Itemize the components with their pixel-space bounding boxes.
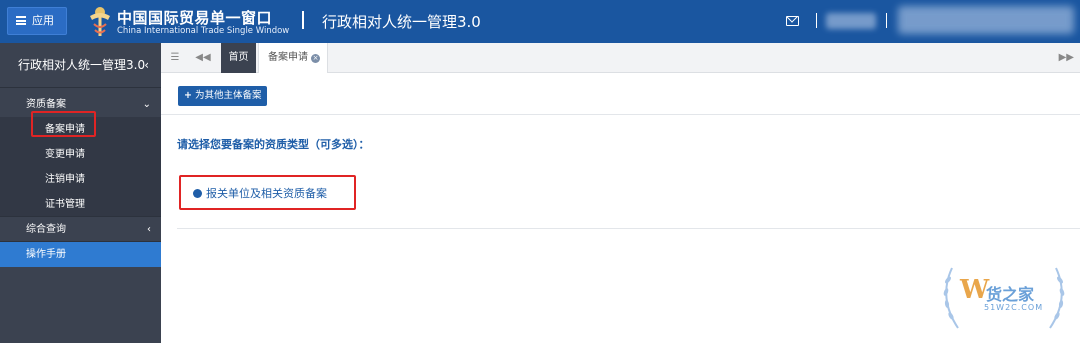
sidebar-item-certificate-management[interactable]: 证书管理: [0, 192, 161, 217]
highlight-box: [31, 111, 96, 137]
top-divider: [886, 13, 887, 28]
sidebar-group-query[interactable]: 综合查询 ‹: [0, 217, 161, 242]
sidebar-group-label: 操作手册: [26, 249, 66, 260]
plus-icon: +: [184, 90, 192, 101]
brand-title: 中国国际贸易单一窗口: [117, 9, 273, 27]
customs-logo-icon: [90, 7, 110, 36]
sidebar-header[interactable]: 行政相对人统一管理3.0 ‹: [0, 43, 161, 88]
sidebar-item-manual[interactable]: 操作手册: [0, 242, 161, 267]
list-icon[interactable]: ☰: [167, 43, 183, 73]
scroll-right-icon[interactable]: ▶▶: [1059, 43, 1074, 73]
tab-filing-application[interactable]: 备案申请 ×: [258, 43, 328, 73]
add-button-label: 为其他主体备案: [194, 90, 262, 101]
top-divider: [816, 13, 817, 28]
close-icon[interactable]: ×: [311, 54, 320, 63]
qualification-prompt: 请选择您要备案的资质类型（可多选）：: [177, 138, 370, 151]
divider: [177, 228, 1080, 229]
brand-subtitle: China International Trade Single Window: [117, 26, 290, 36]
watermark-text: 货之家: [986, 285, 1035, 304]
tab-bar: ☰ ◀◀ 首页 备案申请 × ▶▶: [161, 43, 1080, 73]
sidebar-group-label: 综合查询: [26, 224, 66, 235]
sidebar-item-change-application[interactable]: 变更申请: [0, 142, 161, 167]
top-bar: 应用 中国国际贸易单一窗口 China International Trade …: [0, 0, 1080, 43]
app-menu-button[interactable]: 应用: [7, 7, 67, 35]
app-menu-label: 应用: [32, 14, 54, 27]
user-info-redacted[interactable]: [826, 13, 876, 29]
sidebar: 行政相对人统一管理3.0 ‹ 资质备案 ⌄ 备案申请 变更申请 注销申请 证书管…: [0, 43, 161, 343]
tab-home[interactable]: 首页: [221, 43, 256, 73]
sidebar-item-cancel-application[interactable]: 注销申请: [0, 167, 161, 192]
add-other-entity-button[interactable]: + 为其他主体备案: [178, 86, 268, 106]
title-divider: [302, 11, 304, 29]
account-info-redacted[interactable]: [898, 6, 1074, 34]
sidebar-header-label: 行政相对人统一管理3.0: [18, 58, 146, 72]
highlight-box: [179, 175, 356, 210]
scroll-left-icon[interactable]: ◀◀: [195, 43, 211, 73]
tab-label: 备案申请: [268, 52, 308, 63]
watermark-url: 51W2C.COM: [984, 303, 1044, 312]
chevron-left-icon[interactable]: ‹: [144, 43, 149, 88]
sidebar-group-label: 资质备案: [26, 99, 66, 110]
hamburger-icon: [16, 16, 26, 25]
mail-icon[interactable]: [786, 16, 799, 26]
chevron-down-icon: ⌄: [142, 99, 151, 110]
chevron-left-icon: ‹: [147, 224, 151, 235]
system-title: 行政相对人统一管理3.0: [322, 13, 481, 31]
divider: [161, 114, 1080, 115]
